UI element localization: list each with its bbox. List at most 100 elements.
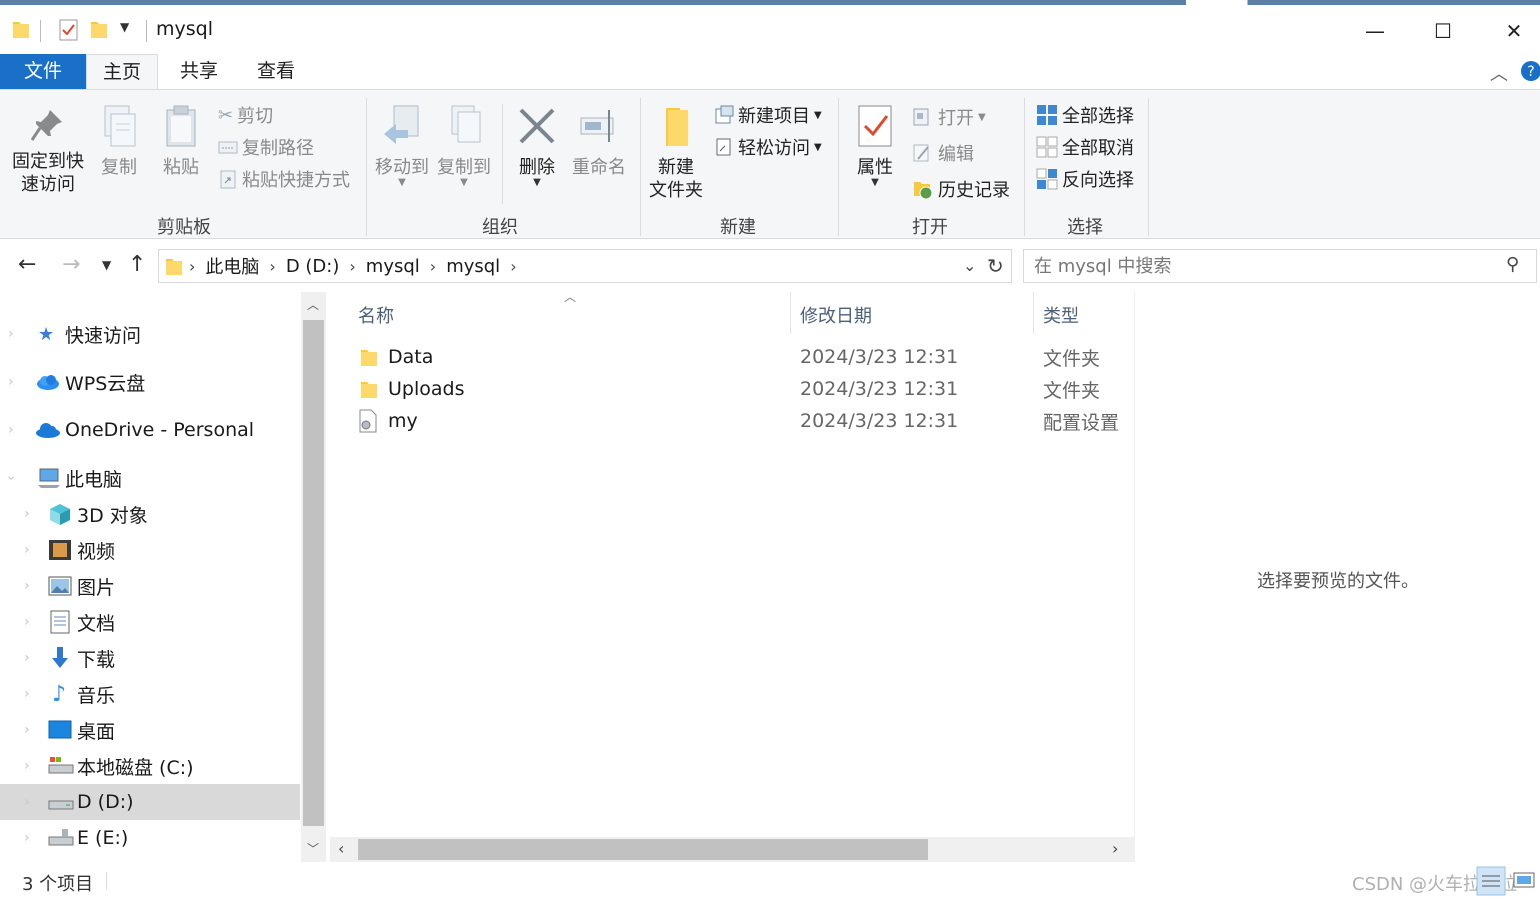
nav-pane-scrollbar[interactable]: ︿ ﹀ <box>301 292 326 862</box>
breadcrumb-this-pc[interactable]: 此电脑 <box>205 253 259 279</box>
open-button[interactable]: 打开 ▼ <box>912 104 986 130</box>
dropdown-arrow-icon: ▼ <box>814 141 822 153</box>
breadcrumb-mysql-parent[interactable]: mysql <box>366 256 420 277</box>
expand-chevron-icon[interactable]: › <box>24 794 30 810</box>
expand-chevron-icon[interactable]: › <box>24 758 30 774</box>
column-header-date[interactable]: 修改日期 <box>792 300 1032 334</box>
address-bar[interactable]: › 此电脑 › D (D:) › mysql › mysql › ⌄ ↻ <box>158 249 1012 283</box>
column-header-name[interactable]: 名称 <box>350 300 790 334</box>
tab-home[interactable]: 主页 <box>86 54 158 90</box>
file-list-horizontal-scrollbar[interactable]: ‹ › <box>330 837 1134 862</box>
nav-item-local-disk-c[interactable]: › 本地磁盘 (C:) <box>0 748 300 784</box>
breadcrumb-d-drive[interactable]: D (D:) <box>286 256 340 277</box>
expand-chevron-icon[interactable]: › <box>24 578 30 594</box>
expand-chevron-icon[interactable]: › <box>24 686 30 702</box>
expand-chevron-icon[interactable]: › <box>24 722 30 738</box>
column-separator[interactable] <box>790 292 791 334</box>
nav-item-videos[interactable]: › 视频 <box>0 532 300 568</box>
breadcrumb-chevron-icon[interactable]: › <box>189 257 195 276</box>
select-all-button[interactable]: 全部选择 <box>1036 102 1134 128</box>
breadcrumb-chevron-icon[interactable]: › <box>269 257 275 276</box>
properties-button[interactable]: 属性 ▼ <box>846 104 904 188</box>
close-button[interactable]: ✕ <box>1491 14 1537 48</box>
expand-chevron-icon[interactable]: › <box>24 614 30 630</box>
nav-item-this-pc[interactable]: › 此电脑 <box>0 460 300 496</box>
new-item-button[interactable]: 新建项目 ▼ <box>714 102 822 128</box>
breadcrumb-mysql-current[interactable]: mysql <box>446 256 500 277</box>
expand-chevron-icon[interactable]: › <box>8 374 14 390</box>
back-arrow-icon[interactable]: ← <box>18 252 36 277</box>
breadcrumb-chevron-icon[interactable]: › <box>349 257 355 276</box>
paste-shortcut-button[interactable]: 粘贴快捷方式 <box>218 166 350 192</box>
edit-button[interactable]: 编辑 <box>912 140 974 166</box>
details-view-icon[interactable] <box>1476 866 1506 896</box>
nav-item-wps-cloud[interactable]: › WPS云盘 <box>0 364 300 400</box>
tab-file[interactable]: 文件 <box>0 54 86 90</box>
scrollbar-thumb[interactable] <box>303 320 324 826</box>
scroll-left-icon[interactable]: ‹ <box>338 839 344 858</box>
tab-share[interactable]: 共享 <box>164 54 234 90</box>
scrollbar-thumb[interactable] <box>358 839 928 860</box>
help-icon[interactable]: ? <box>1520 60 1540 82</box>
file-row[interactable]: Data 2024/3/23 12:31 文件夹 <box>350 341 1130 373</box>
paste-button[interactable]: 粘贴 <box>154 104 208 179</box>
expand-chevron-icon[interactable]: › <box>24 650 30 666</box>
maximize-button[interactable]: ☐ <box>1420 14 1466 48</box>
new-folder-button[interactable]: 新建 文件夹 <box>646 104 706 202</box>
select-none-button[interactable]: 全部取消 <box>1036 134 1134 160</box>
select-all-icon <box>1037 105 1057 125</box>
history-button[interactable]: 历史记录 <box>912 176 1010 202</box>
address-dropdown-icon[interactable]: ⌄ <box>963 256 976 275</box>
file-row[interactable]: my 2024/3/23 12:31 配置设置 <box>350 405 1130 437</box>
large-icons-view-icon[interactable] <box>1512 870 1536 892</box>
expand-chevron-icon[interactable]: › <box>24 830 30 846</box>
file-row[interactable]: Uploads 2024/3/23 12:31 文件夹 <box>350 373 1130 405</box>
nav-item-music[interactable]: › ♪ 音乐 <box>0 676 300 712</box>
nav-item-downloads[interactable]: › 下载 <box>0 640 300 676</box>
nav-item-pictures[interactable]: › 图片 <box>0 568 300 604</box>
tab-view[interactable]: 查看 <box>241 54 311 90</box>
minimize-button[interactable]: — <box>1352 14 1398 48</box>
scroll-up-icon[interactable]: ︿ <box>307 296 319 313</box>
expand-chevron-icon[interactable]: › <box>24 542 30 558</box>
column-header-type[interactable]: 类型 <box>1035 300 1130 334</box>
delete-button[interactable]: 删除 ▼ <box>512 104 562 188</box>
copy-button[interactable]: 复制 <box>94 104 144 179</box>
nav-item-onedrive[interactable]: › OneDrive - Personal <box>0 412 300 448</box>
expand-chevron-icon[interactable]: › <box>24 506 30 522</box>
scroll-down-icon[interactable]: ﹀ <box>307 840 319 857</box>
invert-selection-button[interactable]: 反向选择 <box>1036 166 1134 192</box>
scroll-right-icon[interactable]: › <box>1112 839 1118 858</box>
move-to-button[interactable]: 移动到 ▼ <box>372 104 432 188</box>
new-folder-quick-icon[interactable] <box>90 18 108 40</box>
pin-quick-access-button[interactable]: 固定到快 速访问 <box>8 104 88 196</box>
star-icon: ★ <box>38 323 55 345</box>
nav-item-quick-access[interactable]: › ★ 快速访问 <box>0 316 300 352</box>
expand-chevron-icon[interactable]: › <box>8 326 14 342</box>
recent-locations-icon[interactable]: ▼ <box>102 258 111 272</box>
cut-button[interactable]: ✂ 剪切 <box>218 102 273 128</box>
nav-item-d-drive[interactable]: › D (D:) <box>0 784 300 820</box>
search-input[interactable] <box>1034 255 1494 277</box>
up-arrow-icon[interactable]: ↑ <box>128 252 146 277</box>
forward-arrow-icon[interactable]: → <box>62 252 80 277</box>
expand-chevron-icon[interactable]: › <box>8 422 14 438</box>
search-box[interactable]: ⚲ <box>1023 249 1537 283</box>
collapse-chevron-icon[interactable]: › <box>3 475 19 481</box>
rename-button[interactable]: 重命名 <box>568 104 630 179</box>
copy-path-button[interactable]: 复制路径 <box>218 134 314 160</box>
search-icon[interactable]: ⚲ <box>1506 254 1519 275</box>
breadcrumb-chevron-icon[interactable]: › <box>430 257 436 276</box>
nav-item-3d-objects[interactable]: › 3D 对象 <box>0 496 300 532</box>
breadcrumb-chevron-icon[interactable]: › <box>510 257 516 276</box>
copy-to-button[interactable]: 复制到 ▼ <box>434 104 494 188</box>
collapse-ribbon-icon[interactable]: ︿ <box>1490 60 1508 86</box>
customize-toolbar-icon[interactable]: ▼ <box>120 20 129 34</box>
nav-item-desktop[interactable]: › 桌面 <box>0 712 300 748</box>
properties-quick-icon[interactable] <box>58 18 80 42</box>
column-separator[interactable] <box>1033 292 1034 334</box>
nav-item-documents[interactable]: › 文档 <box>0 604 300 640</box>
refresh-icon[interactable]: ↻ <box>987 254 1004 278</box>
nav-item-e-drive[interactable]: › E (E:) <box>0 820 300 856</box>
easy-access-button[interactable]: 轻松访问 ▼ <box>714 134 822 160</box>
